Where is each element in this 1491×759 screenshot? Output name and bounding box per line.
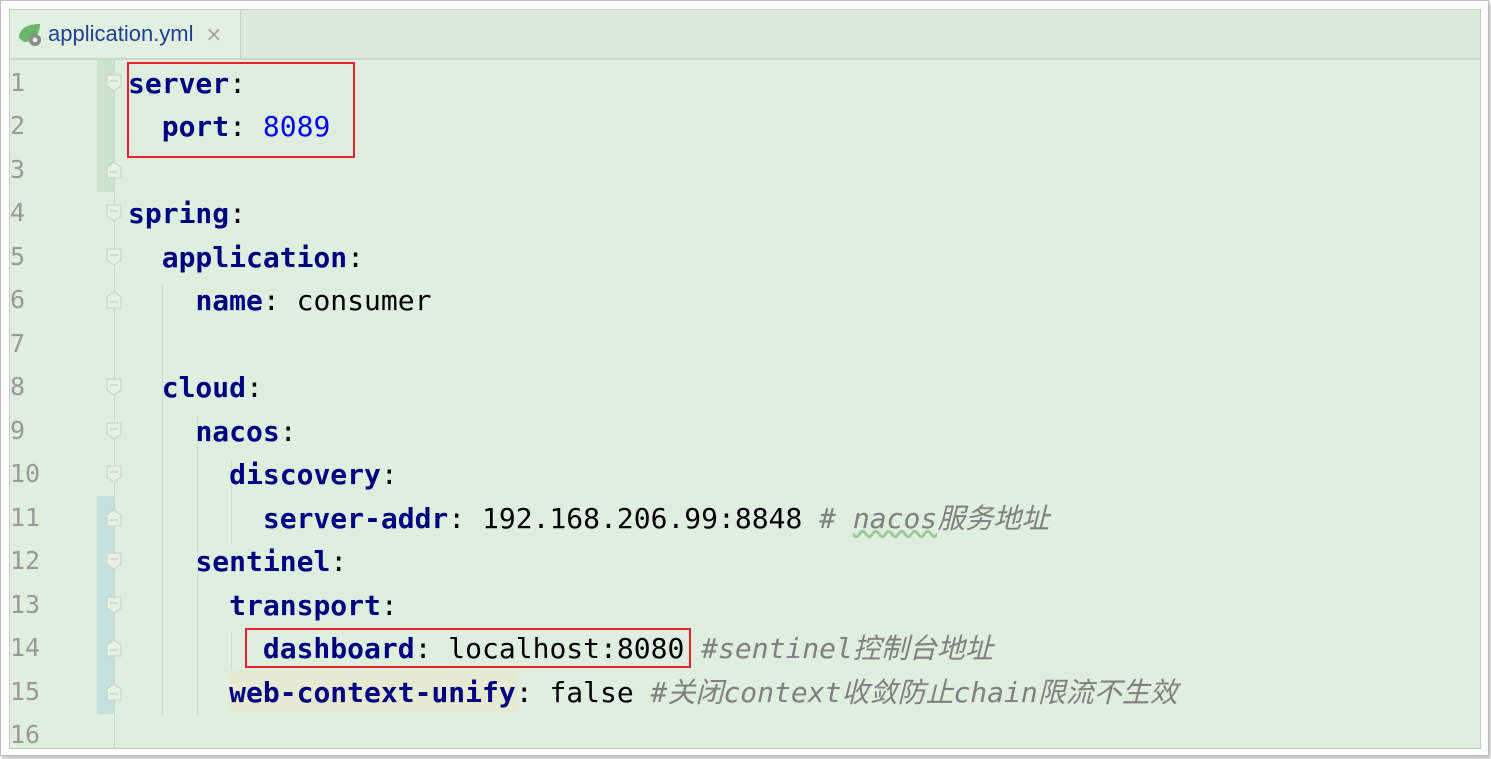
yaml-value: :: [229, 197, 247, 231]
yaml-value: : false: [515, 675, 651, 709]
spring-yaml-file-icon: [16, 20, 44, 48]
fold-collapse-icon[interactable]: [106, 465, 122, 483]
line-number[interactable]: 11: [10, 503, 46, 532]
yaml-comment: #: [819, 501, 853, 535]
yaml-value: :: [279, 414, 297, 448]
close-icon[interactable]: ×: [206, 22, 223, 46]
yaml-value: : 192.168.206.99:8848: [448, 501, 820, 535]
yaml-key: application: [161, 240, 348, 274]
tab-bar: application.yml ×: [10, 10, 1480, 60]
line-number[interactable]: 16: [10, 720, 46, 748]
yaml-comment: 服务地址: [937, 501, 1050, 535]
line-number[interactable]: 7: [10, 329, 46, 358]
yaml-comment: nacos: [852, 501, 938, 535]
yaml-key: spring: [128, 197, 230, 231]
line-number[interactable]: 12: [10, 546, 46, 575]
code-line[interactable]: nacos:: [128, 410, 297, 454]
line-number[interactable]: 3: [10, 155, 46, 184]
line-number[interactable]: 2: [10, 111, 46, 140]
yaml-key: sentinel: [195, 545, 331, 579]
line-number[interactable]: 8: [10, 372, 46, 401]
line-number[interactable]: 15: [10, 677, 46, 706]
code-line[interactable]: discovery:: [128, 453, 398, 497]
yaml-key: transport: [229, 588, 381, 622]
tab-application-yml[interactable]: application.yml ×: [10, 10, 241, 58]
fold-collapse-icon[interactable]: [106, 596, 122, 614]
tab-label: application.yml: [48, 21, 194, 46]
yaml-key: cloud: [161, 371, 247, 405]
line-number[interactable]: 4: [10, 198, 46, 227]
yaml-value: : consumer: [262, 284, 432, 318]
fold-collapse-icon[interactable]: [106, 248, 122, 266]
fold-collapse-icon[interactable]: [106, 74, 122, 92]
fold-end-icon[interactable]: [106, 291, 122, 309]
line-number[interactable]: 6: [10, 285, 46, 314]
code-line[interactable]: cloud:: [128, 366, 263, 410]
editor-panel: application.yml × 1 server: 2 port: 8089 3 4…: [9, 9, 1481, 749]
yaml-value: :: [380, 588, 398, 622]
fold-collapse-icon[interactable]: [106, 204, 122, 223]
yaml-key: nacos: [195, 414, 280, 448]
yaml-value: :: [380, 458, 398, 492]
yaml-comment: #sentinel控制台地址: [701, 632, 993, 666]
fold-end-icon[interactable]: [106, 161, 122, 179]
code-line[interactable]: transport:: [128, 584, 398, 628]
line-number[interactable]: 1: [10, 68, 46, 97]
code-line[interactable]: spring:: [128, 192, 246, 236]
fold-end-icon[interactable]: [106, 639, 122, 657]
window-frame: application.yml × 1 server: 2 port: 8089 3 4…: [0, 0, 1489, 756]
yaml-value: :: [330, 545, 348, 579]
code-line[interactable]: name: consumer: [128, 279, 431, 323]
fold-collapse-icon[interactable]: [106, 552, 122, 570]
yaml-comment: #关闭context收敛防止chain限流不生效: [650, 675, 1178, 709]
highlight-box-dashboard: [245, 628, 691, 668]
line-number[interactable]: 14: [10, 633, 46, 662]
line-number[interactable]: 9: [10, 416, 46, 445]
code-line[interactable]: web-context-unify: false #关闭context收敛防止c…: [128, 671, 1178, 715]
line-number[interactable]: 5: [10, 242, 46, 271]
yaml-key: web-context-unify: [229, 675, 516, 709]
yaml-key: discovery: [229, 458, 381, 492]
fold-collapse-icon[interactable]: [106, 422, 122, 440]
fold-end-icon[interactable]: [106, 509, 122, 527]
line-number[interactable]: 10: [10, 459, 46, 488]
fold-end-icon[interactable]: [106, 682, 122, 701]
line-number[interactable]: 13: [10, 590, 46, 619]
code-line[interactable]: server-addr: 192.168.206.99:8848 # nacos…: [128, 497, 1049, 541]
yaml-key: server-addr: [262, 501, 449, 535]
code-line[interactable]: application:: [128, 236, 364, 280]
yaml-value: :: [347, 240, 365, 274]
highlight-box-server-port: [127, 62, 355, 158]
code-line[interactable]: sentinel:: [128, 540, 347, 584]
yaml-key: name: [195, 284, 263, 318]
yaml-value: :: [246, 371, 263, 405]
fold-collapse-icon[interactable]: [106, 378, 122, 396]
